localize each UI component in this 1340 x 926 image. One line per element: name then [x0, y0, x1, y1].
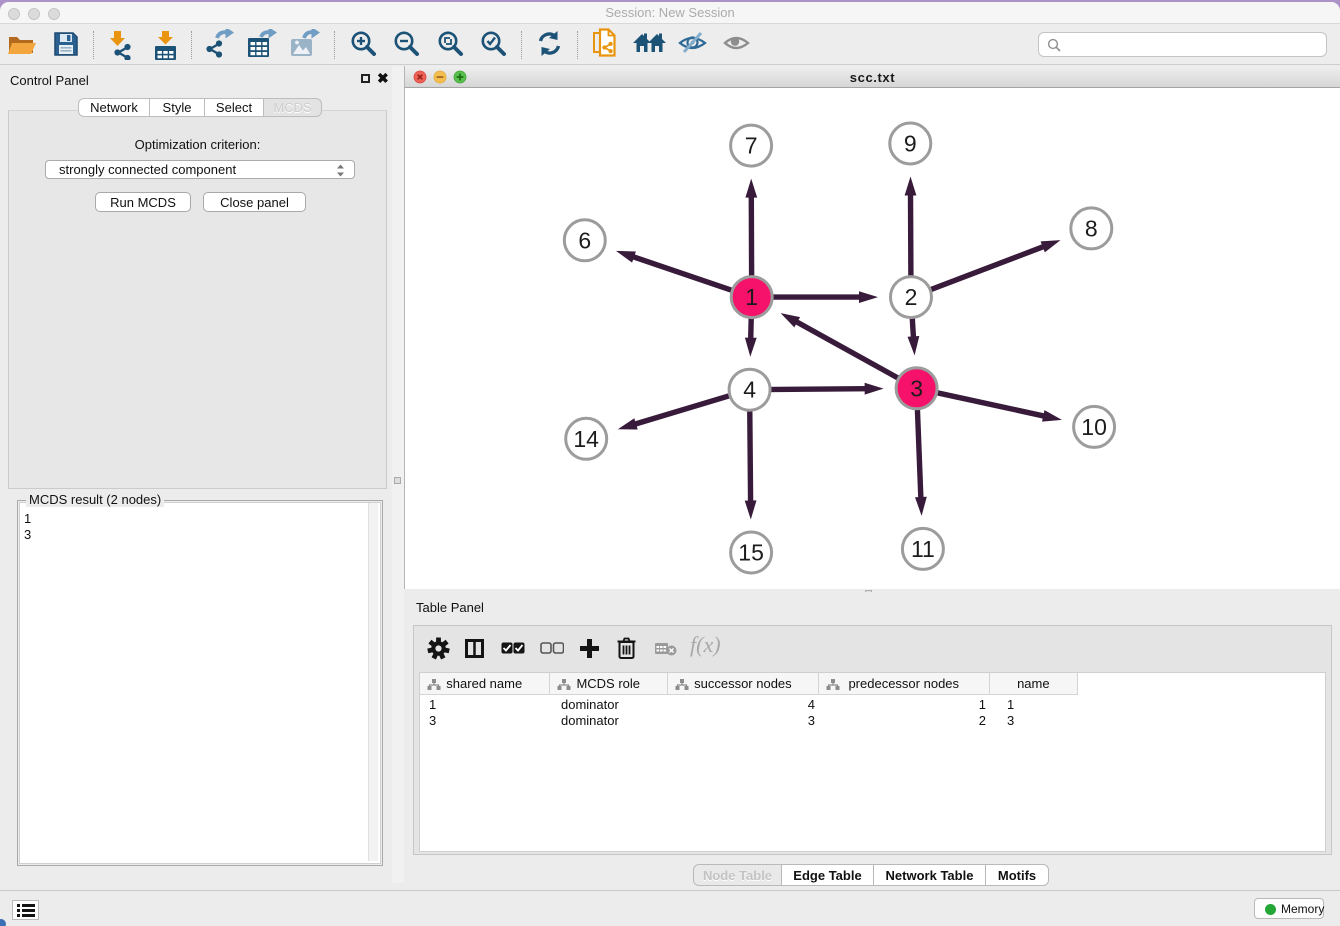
svg-text:14: 14 — [573, 426, 599, 452]
svg-text:6: 6 — [578, 227, 591, 253]
svg-text:10: 10 — [1081, 414, 1107, 440]
svg-text:2: 2 — [905, 284, 918, 310]
svg-text:15: 15 — [738, 540, 764, 566]
svg-text:9: 9 — [904, 131, 917, 157]
svg-text:7: 7 — [745, 133, 758, 159]
svg-text:11: 11 — [911, 536, 935, 562]
svg-text:8: 8 — [1085, 215, 1098, 241]
svg-text:4: 4 — [743, 377, 756, 403]
svg-text:1: 1 — [745, 284, 758, 310]
svg-text:3: 3 — [910, 375, 923, 401]
